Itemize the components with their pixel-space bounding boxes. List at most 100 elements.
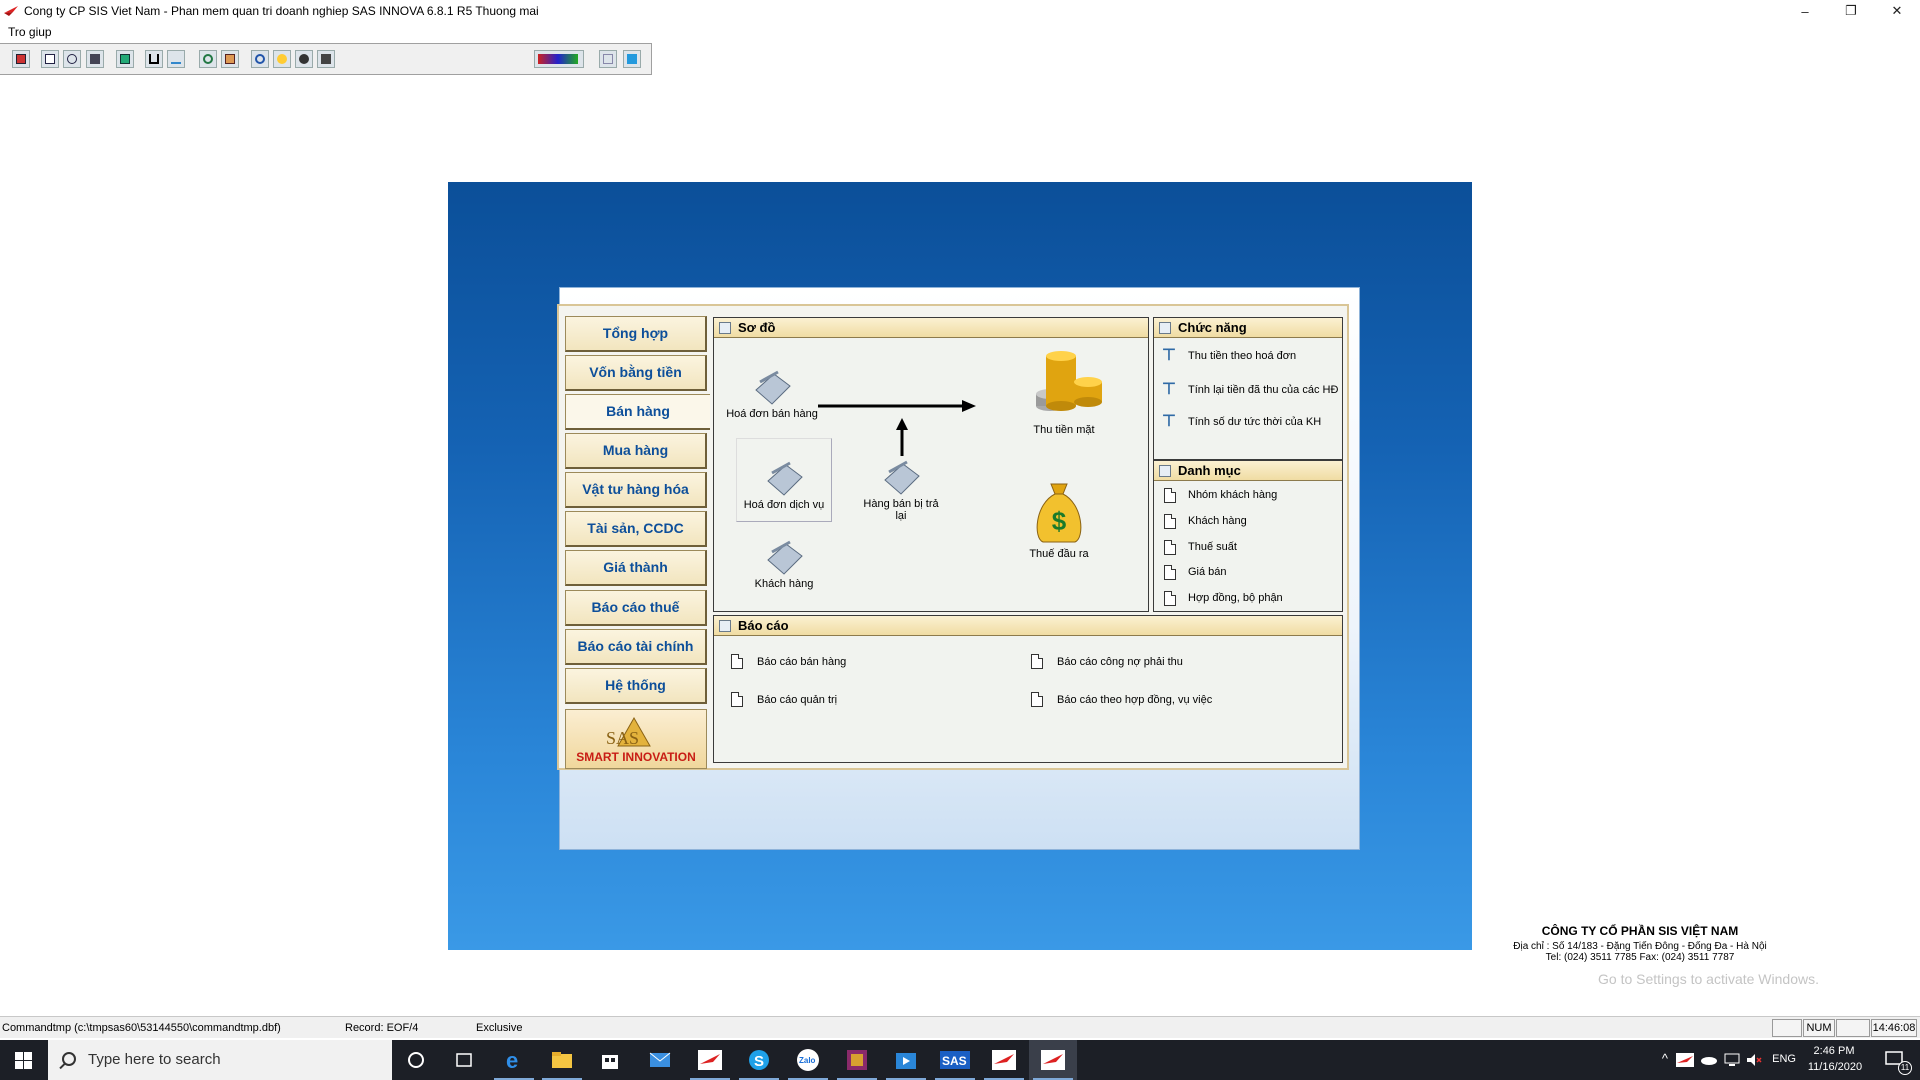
flow-arrows [818,400,976,456]
func-instant-balance[interactable]: Tính số dư tức thời của KH [1188,416,1321,428]
cut-icon[interactable] [63,50,81,68]
document-icon [1164,514,1176,529]
search-icon [62,1052,76,1066]
service-invoice-label: Hoá đơn dịch vụ [743,499,825,511]
title-bar: Cong ty CP SIS Viet Nam - Phan mem quan … [0,0,1920,22]
report-management[interactable]: Báo cáo quản trị [757,694,837,706]
zalo-icon[interactable]: Zalo [784,1040,832,1080]
calculator-icon[interactable] [116,50,134,68]
start-button[interactable] [0,1040,48,1080]
status-num: NUM [1803,1019,1835,1037]
copy-icon[interactable] [41,50,59,68]
catalog-tax-rate[interactable]: Thuế suất [1188,541,1237,553]
tray-chevron-icon[interactable]: ^ [1662,1051,1668,1066]
onedrive-icon [1701,1057,1717,1065]
file-explorer-icon[interactable] [538,1040,586,1080]
chart-icon[interactable] [534,50,584,68]
clock-icon[interactable] [251,50,269,68]
clock-time[interactable]: 2:46 PM [1804,1045,1864,1057]
returns-item[interactable]: Hàng bán bị trả lại [859,458,943,522]
minimize-button[interactable]: – [1782,0,1828,22]
nav-gia-thanh[interactable]: Giá thành [565,550,707,586]
company-name: CÔNG TY CỔ PHẦN SIS VIỆT NAM [1541,924,1739,938]
nav-von-bang-tien[interactable]: Vốn bằng tiền [565,355,707,391]
restore-button[interactable]: ❐ [1828,0,1874,22]
catalog-title: Danh mục [1178,463,1241,478]
skype-icon[interactable]: S [735,1040,783,1080]
functions-title: Chức năng [1178,320,1247,335]
winrar-icon[interactable] [833,1040,881,1080]
user-icon[interactable] [295,50,313,68]
nav-bao-cao-tai-chinh[interactable]: Báo cáo tài chính [565,629,707,665]
clock-date[interactable]: 11/16/2020 [1802,1061,1868,1073]
catalog-customer[interactable]: Khách hàng [1188,515,1247,527]
sales-invoice-item[interactable]: Hoá đơn bán hàng [722,368,822,420]
status-file: Commandtmp (c:\tmpsas60\53144550\command… [2,1022,281,1034]
catalog-contract[interactable]: Hợp đồng, bộ phận [1188,592,1283,604]
edge-icon[interactable]: e [490,1040,538,1080]
logo-letters: SAS [606,728,639,748]
sas-app3-icon[interactable] [1029,1040,1077,1080]
nav-he-thong[interactable]: Hệ thống [565,668,707,704]
catalog-panel: Danh mục Nhóm khách hàng Khách hàng Thuế… [1153,460,1343,612]
mail-icon[interactable] [636,1040,684,1080]
flag-icon[interactable] [12,50,30,68]
help-icon[interactable] [273,50,291,68]
report-by-contract[interactable]: Báo cáo theo hợp đồng, vụ việc [1057,694,1212,706]
company-info: CÔNG TY CỔ PHẦN SIS VIỆT NAM Địa chỉ : S… [1490,924,1790,963]
zalo-letter: Zalo [799,1056,816,1065]
spellcheck-icon[interactable] [167,50,185,68]
nav-tong-hop[interactable]: Tổng hợp [565,316,707,352]
status-record: Record: EOF/4 [345,1022,419,1034]
media-icon[interactable] [882,1040,930,1080]
exit-icon[interactable] [317,50,335,68]
status-blank [1772,1019,1802,1037]
refresh-icon[interactable] [199,50,217,68]
func-collect-by-invoice[interactable]: Thu tiền theo hoá đơn [1188,350,1296,362]
nav-mua-hang[interactable]: Mua hàng [565,433,707,469]
taskbar-search[interactable]: Type here to search [48,1040,392,1080]
grid-icon[interactable] [599,50,617,68]
sales-invoice-label: Hoá đơn bán hàng [726,408,818,420]
document-icon [731,692,743,707]
skype-letter: S [754,1053,764,1070]
close-button[interactable]: ✕ [1874,0,1920,22]
nav-vat-tu-hang-hoa[interactable]: Vật tư hàng hóa [565,472,707,508]
network-icon [1724,1053,1740,1066]
catalog-price[interactable]: Giá bán [1188,566,1227,578]
sas-app-icon[interactable] [686,1040,734,1080]
output-tax-item[interactable]: $ Thuế đầu ra [1019,478,1099,560]
task-view-icon[interactable] [440,1040,488,1080]
sas-icon[interactable]: SAS [931,1040,979,1080]
store-icon[interactable] [586,1040,634,1080]
catalog-customer-group[interactable]: Nhóm khách hàng [1188,489,1277,501]
underline-icon[interactable] [145,50,163,68]
language-indicator[interactable]: ENG [1772,1053,1796,1065]
report-sales[interactable]: Báo cáo bán hàng [757,656,846,668]
cortana-icon[interactable] [392,1040,440,1080]
menu-help[interactable]: Tro giup [8,25,52,39]
smart-innovation-logo: SAS SMART INNOVATION [565,709,707,769]
nav-tai-san-ccdc[interactable]: Tài sản, CCDC [565,511,707,547]
paste-icon[interactable] [86,50,104,68]
customer-item[interactable]: Khách hàng [736,538,832,590]
cash-receipt-item[interactable]: Thu tiền mặt [1014,346,1114,436]
window-icon[interactable] [623,50,641,68]
reports-title: Báo cáo [738,618,789,633]
logo-text: SMART INNOVATION [576,750,696,764]
returns-label: Hàng bán bị trả lại [863,498,939,522]
service-invoice-icon [767,461,803,496]
diagram-header-icon [719,322,731,334]
nav-bao-cao-thue[interactable]: Báo cáo thuế [565,590,707,626]
sas-app2-icon[interactable] [980,1040,1028,1080]
report-receivables[interactable]: Báo cáo công nợ phải thu [1057,656,1183,668]
sales-invoice-icon [755,370,791,405]
func-recalc-collected[interactable]: Tính lại tiền đã thu của các HĐ [1188,384,1338,396]
svg-text:e: e [506,1049,518,1071]
activation-watermark: Go to Settings to activate Windows. [1598,971,1819,987]
diagram-header: Sơ đồ [714,318,1148,338]
nav-ban-hang[interactable]: Bán hàng [565,394,710,430]
company-address: Địa chỉ : Số 14/183 - Đặng Tiến Đông - Đ… [1513,941,1767,952]
home-icon[interactable] [221,50,239,68]
hammer-icon: ⊤ [1162,413,1176,430]
